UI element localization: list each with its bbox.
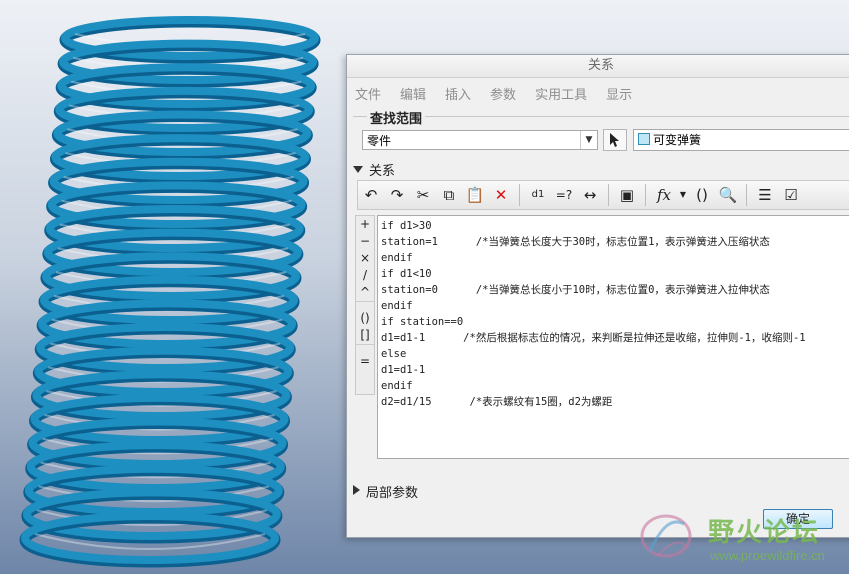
multiply-operator-button[interactable]: ×	[356, 250, 374, 267]
scope-type-select[interactable]: 零件 ▼	[362, 130, 598, 150]
undo-icon[interactable]: ↶	[359, 183, 383, 207]
operator-separator	[356, 344, 374, 353]
expand-triangle-icon	[353, 485, 360, 495]
look-in-label: 查找范围	[367, 108, 426, 127]
menu-utilities[interactable]: 实用工具	[535, 84, 587, 103]
evaluate-icon[interactable]: =?	[552, 183, 576, 207]
select-pointer-button[interactable]	[603, 129, 627, 151]
brackets-button[interactable]: []	[356, 327, 374, 344]
relations-section-label: 关系	[369, 164, 396, 179]
paste-icon[interactable]: 📋	[463, 183, 487, 207]
menu-bar: 文件 编辑 插入 参数 实用工具 显示	[347, 78, 849, 108]
menu-parameters[interactable]: 参数	[490, 84, 516, 103]
toolbar-separator	[519, 184, 520, 206]
part-name-value: 可变弹簧	[653, 133, 702, 147]
operator-bar: + − × / ^ () [] =	[355, 215, 375, 395]
code-line: d1=d1-1	[381, 364, 426, 376]
power-operator-button[interactable]: ^	[356, 284, 374, 301]
look-in-group: 查找范围 零件 ▼ 可变弹簧	[353, 108, 849, 157]
cut-icon[interactable]: ✂	[411, 183, 435, 207]
scope-type-value: 零件	[367, 134, 392, 148]
relations-toolbar: ↶ ↷ ✂ ⧉ 📋 ✕ d1 =? ↔ ▣ fx ▼ () 🔍 ☰ ☑	[357, 180, 849, 210]
redo-icon[interactable]: ↷	[385, 183, 409, 207]
check-icon[interactable]: ☑	[779, 183, 803, 207]
equals-button[interactable]: =	[356, 353, 374, 370]
code-line: endif	[381, 380, 413, 392]
copy-icon[interactable]: ⧉	[437, 183, 461, 207]
plus-operator-button[interactable]: +	[356, 216, 374, 233]
code-line: if station==0	[381, 316, 464, 328]
watermark-text: 野火论坛	[708, 518, 821, 548]
relations-dialog: 关系 文件 编辑 插入 参数 实用工具 显示 查找范围 零件 ▼ 可变弹簧 关系…	[346, 54, 849, 538]
code-line: if d1>30	[381, 220, 432, 232]
part-name-field[interactable]: 可变弹簧	[633, 129, 849, 151]
forum-logo-icon	[640, 514, 692, 558]
local-params-section-header[interactable]: 局部参数	[353, 485, 849, 501]
menu-display[interactable]: 显示	[606, 84, 632, 103]
divide-operator-button[interactable]: /	[356, 267, 374, 284]
dialog-title: 关系	[347, 55, 849, 78]
code-line: station=1 /*当弹簧总长度大于30时，标志位置1，表示弹簧进入压缩状态	[381, 236, 770, 248]
code-line: station=0 /*当弹簧总长度小于10时，标志位置0，表示弹簧进入拉伸状态	[381, 284, 770, 296]
menu-insert[interactable]: 插入	[445, 84, 471, 103]
code-line: if d1<10	[381, 268, 432, 280]
code-line: d2=d1/15 /*表示螺纹有15圈，d2为螺距	[381, 396, 613, 408]
code-line: d1=d1-1 /*然后根据标志位的情况，来判断是拉伸还是收缩，拉伸则-1，收缩…	[381, 332, 806, 344]
units-icon[interactable]: ↔	[578, 183, 602, 207]
parentheses-button[interactable]: ()	[356, 310, 374, 327]
menu-edit[interactable]: 编辑	[400, 84, 426, 103]
code-line: endif	[381, 252, 413, 264]
brackets-icon[interactable]: ()	[690, 183, 714, 207]
delete-icon[interactable]: ✕	[489, 183, 513, 207]
local-params-label: 局部参数	[366, 486, 419, 501]
toolbar-separator	[746, 184, 747, 206]
verify-icon[interactable]: 🔍	[716, 183, 740, 207]
relations-section-header[interactable]: 关系	[353, 164, 849, 180]
sort-icon[interactable]: ▣	[615, 183, 639, 207]
watermark-url: www.proewildfire.cn	[710, 548, 825, 563]
show-dim-icon[interactable]: d1	[526, 183, 550, 207]
relations-editor[interactable]: if d1>30 station=1 /*当弹簧总长度大于30时，标志位置1，表…	[377, 215, 849, 459]
collapse-triangle-icon	[353, 166, 363, 173]
cursor-arrow-icon	[610, 133, 619, 147]
menu-file[interactable]: 文件	[355, 84, 381, 103]
minus-operator-button[interactable]: −	[356, 233, 374, 250]
part-icon	[638, 133, 650, 145]
code-line: else	[381, 348, 407, 360]
spring-model[interactable]	[19, 16, 321, 568]
list-icon[interactable]: ☰	[753, 183, 777, 207]
chevron-down-icon[interactable]: ▼	[580, 131, 597, 149]
function-dropdown-icon[interactable]: ▼	[678, 183, 688, 207]
toolbar-separator	[645, 184, 646, 206]
operator-separator	[356, 301, 374, 310]
function-icon[interactable]: fx	[652, 183, 676, 207]
code-line: endif	[381, 300, 413, 312]
watermark: 野火论坛 www.proewildfire.cn	[636, 504, 849, 574]
toolbar-separator	[608, 184, 609, 206]
